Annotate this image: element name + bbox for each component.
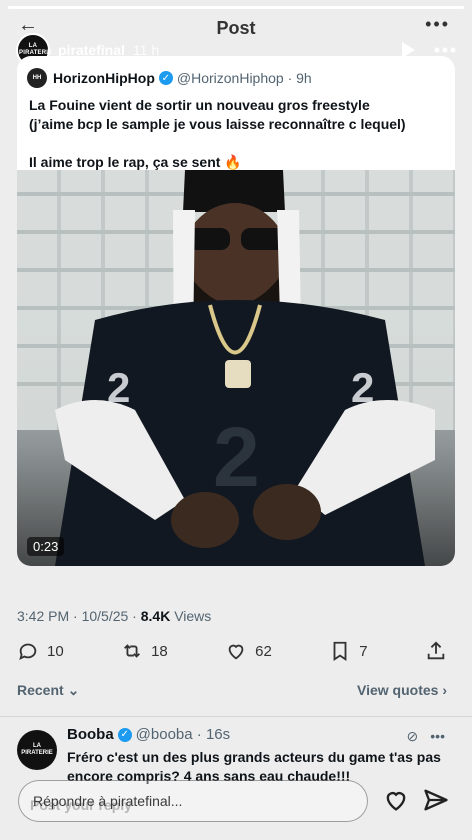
post-time: 3:42 PM · 10/5/25 ·: [17, 608, 141, 624]
views-label: Views: [170, 608, 212, 624]
share-stat[interactable]: [425, 640, 447, 662]
reply-avatar-logo-text: LA PIRATERIE: [21, 743, 53, 756]
reply-header: Booba ✓ @booba · 16s: [67, 726, 230, 743]
repost-count: 18: [151, 642, 168, 660]
heart-icon: [228, 644, 244, 660]
avatar-logo-text: LA PIRATERIE: [19, 43, 53, 56]
reply-icon: [19, 643, 37, 661]
bookmark-icon: [333, 641, 347, 661]
view-quotes-link[interactable]: View quotes ›: [357, 682, 447, 699]
repost-icon: [124, 644, 141, 658]
reply-actions: ⊘ •••: [407, 728, 445, 745]
like-stat[interactable]: 62: [225, 640, 272, 662]
recent-sort-button[interactable]: Recent ⌄: [17, 682, 79, 699]
share-icon: [427, 641, 445, 660]
svg-text:2: 2: [213, 410, 260, 504]
view-quotes-label: View quotes: [357, 682, 439, 698]
verified-badge-icon: ✓: [158, 71, 173, 85]
recent-label: Recent: [17, 682, 64, 698]
heart-icon[interactable]: [382, 786, 410, 814]
story-reply-input[interactable]: [33, 793, 333, 809]
reply-avatar[interactable]: LA PIRATERIE: [17, 730, 57, 770]
bookmark-stat[interactable]: 7: [329, 640, 368, 662]
send-icon[interactable]: [422, 786, 450, 814]
video-duration: 0:23: [27, 537, 65, 556]
tweet-author-name[interactable]: HorizonHipHop: [53, 70, 155, 86]
tweet-avatar[interactable]: HH: [27, 68, 47, 88]
divider: [0, 716, 472, 717]
tweet-text: La Fouine vient de sortir un nouveau gro…: [29, 97, 406, 170]
reply-stat[interactable]: 10: [17, 640, 64, 662]
reply-more-icon[interactable]: •••: [430, 728, 445, 745]
views-count: 8.4K: [140, 608, 171, 624]
more-options-icon[interactable]: [434, 47, 456, 53]
reply-author-name[interactable]: Booba: [67, 726, 114, 743]
video-person-image: 2 2 2: [55, 170, 435, 566]
replies-filter-row: Recent ⌄ View quotes ›: [17, 682, 447, 699]
tweet-handle: @HorizonHiphop · 9h: [176, 70, 312, 86]
repost-stat[interactable]: 18: [121, 640, 168, 662]
tweet-video[interactable]: 2 2 2 0:23: [17, 170, 455, 566]
tweet-card[interactable]: HH HorizonHipHop ✓ @HorizonHiphop · 9h L…: [17, 56, 455, 566]
chevron-right-icon: ›: [442, 682, 447, 698]
post-stats-row: 10 18 62 7: [17, 640, 447, 662]
bookmark-count: 7: [359, 642, 368, 660]
post-metadata: 3:42 PM · 10/5/25 · 8.4K Views: [17, 608, 211, 624]
reply-count: 10: [47, 642, 64, 660]
tweet-header: HH HorizonHipHop ✓ @HorizonHiphop · 9h: [17, 56, 455, 90]
grok-icon[interactable]: ⊘: [407, 728, 419, 745]
story-progress-bar: [8, 6, 464, 9]
like-count: 62: [255, 642, 272, 660]
reply-handle: @booba · 16s: [135, 726, 231, 743]
chevron-down-icon: ⌄: [67, 682, 80, 698]
story-reply-field[interactable]: [18, 780, 368, 822]
story-progress-fill: [8, 6, 464, 9]
verified-badge-icon: ✓: [117, 727, 132, 742]
